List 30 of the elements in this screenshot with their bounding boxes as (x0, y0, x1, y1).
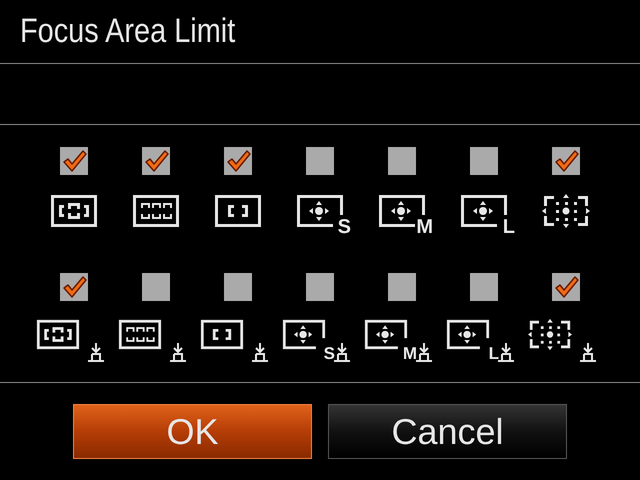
checkbox[interactable] (142, 147, 170, 175)
checkbox[interactable] (60, 147, 88, 175)
screen-title: Focus Area Limit (20, 12, 236, 51)
checkbox[interactable] (388, 147, 416, 175)
size-label: L (502, 217, 515, 237)
checkbox[interactable] (224, 147, 252, 175)
size-label: M (416, 217, 433, 237)
tracking-icon (415, 342, 433, 362)
checkbox[interactable] (470, 147, 498, 175)
checkbox[interactable] (470, 273, 498, 301)
checkbox[interactable] (224, 273, 252, 301)
size-label: S (338, 217, 351, 237)
ok-button[interactable]: OK (73, 404, 312, 459)
tracking-icon (333, 342, 351, 362)
tracking-icon (497, 342, 515, 362)
checkbox[interactable] (552, 273, 580, 301)
tracking-icon (87, 342, 105, 362)
checkbox[interactable] (142, 273, 170, 301)
size-label: M (402, 344, 417, 364)
checkbox[interactable] (60, 273, 88, 301)
checkbox[interactable] (306, 147, 334, 175)
cancel-button[interactable]: Cancel (328, 404, 567, 459)
size-label: S (324, 344, 335, 364)
tracking-icon (579, 342, 597, 362)
size-label: L (488, 344, 499, 364)
checkbox[interactable] (388, 273, 416, 301)
tracking-icon (251, 342, 269, 362)
checkbox[interactable] (306, 273, 334, 301)
tracking-icon (169, 342, 187, 362)
checkbox[interactable] (552, 147, 580, 175)
